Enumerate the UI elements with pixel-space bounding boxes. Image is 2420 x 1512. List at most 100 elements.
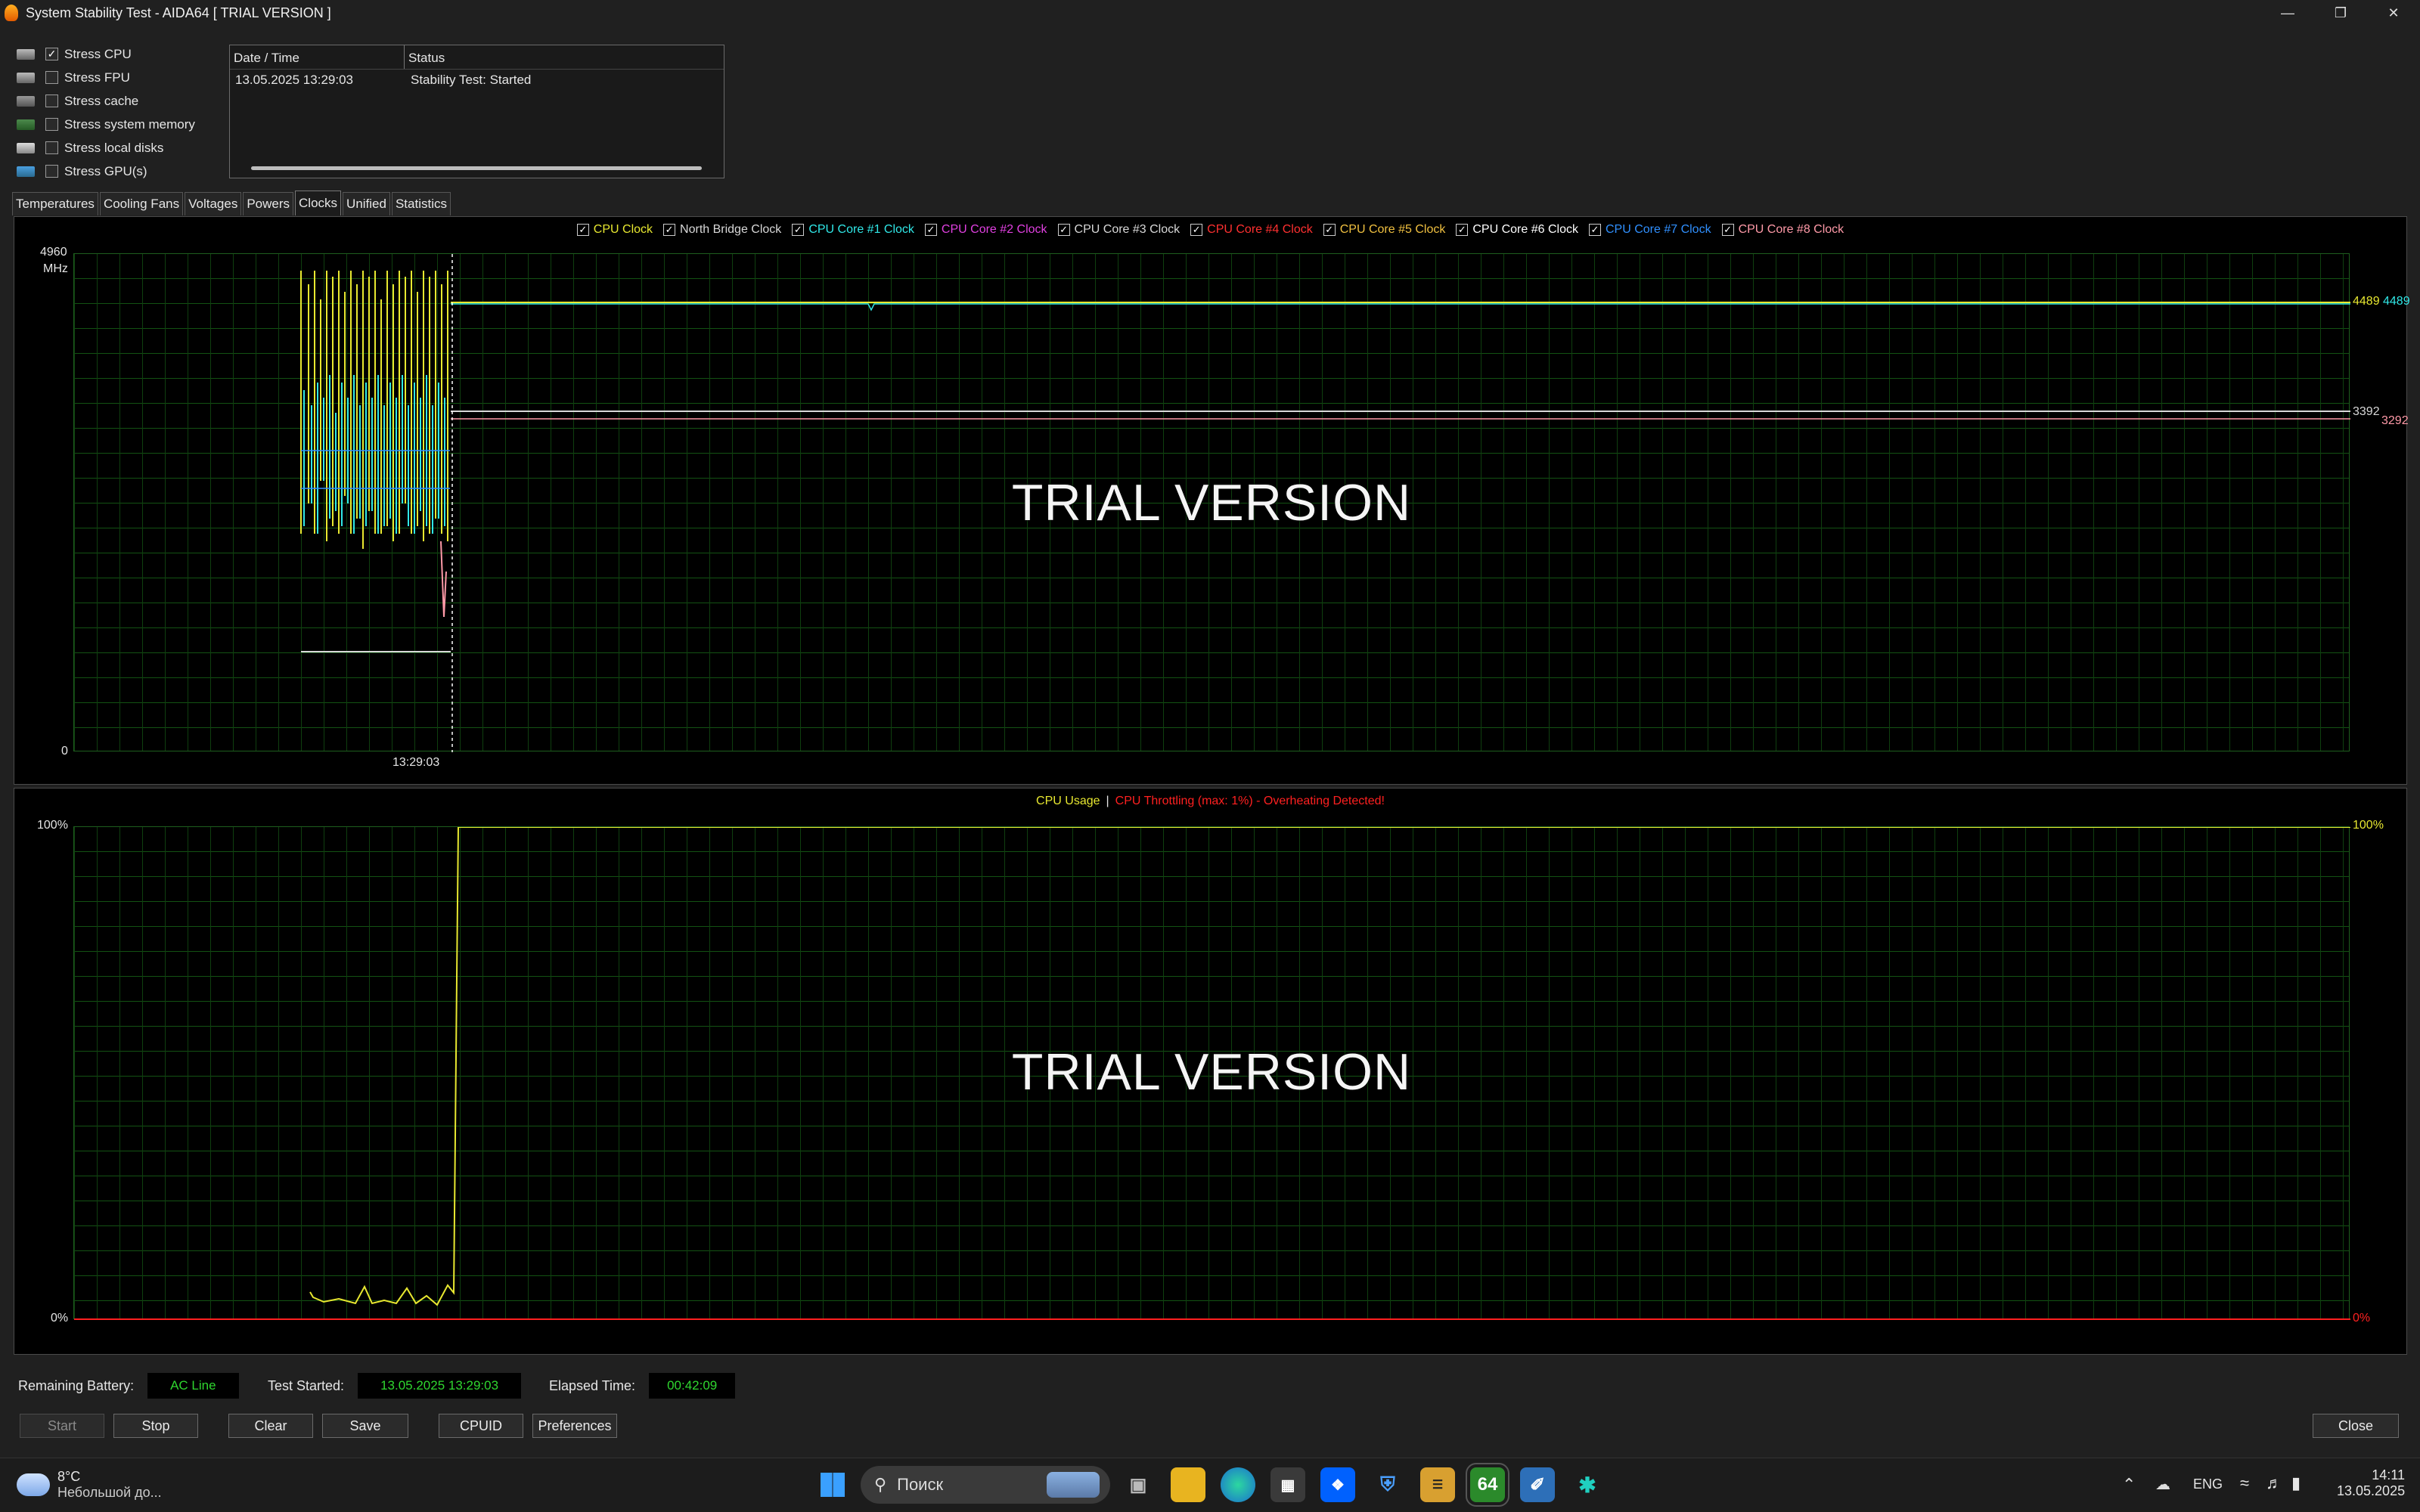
legend-item-core7-clock[interactable]: ✓ CPU Core #7 Clock xyxy=(1588,223,1711,237)
tab-powers[interactable]: Powers xyxy=(243,192,294,215)
legend-item-core3-clock[interactable]: ✓ CPU Core #3 Clock xyxy=(1057,223,1180,237)
stress-option-fpu[interactable]: Stress FPU xyxy=(17,66,195,89)
minimize-button[interactable]: — xyxy=(2261,0,2314,26)
stress-option-cache[interactable]: Stress cache xyxy=(17,89,195,113)
usage-y-min-label: 0% xyxy=(51,1312,69,1325)
taskbar-date: 13.05.2025 xyxy=(2337,1483,2406,1498)
tab-cooling-fans[interactable]: Cooling Fans xyxy=(99,192,184,215)
cloud-sync-icon[interactable]: ☁ xyxy=(2155,1475,2170,1494)
usage-graph-panel: CPU Usage | CPU Throttling (max: 1%) - O… xyxy=(14,788,2407,1355)
minimize-icon: — xyxy=(2281,5,2294,20)
legend-checkbox[interactable]: ✓ xyxy=(576,224,589,236)
chevron-up-icon[interactable]: ⌃ xyxy=(2122,1475,2136,1495)
tab-voltages[interactable]: Voltages xyxy=(185,192,242,215)
start-button[interactable]: Start xyxy=(20,1414,104,1438)
tab-statistics[interactable]: Statistics xyxy=(391,192,451,215)
clear-button[interactable]: Clear xyxy=(228,1414,313,1438)
horizontal-scrollbar[interactable] xyxy=(251,166,702,170)
predator-sense-icon[interactable]: ✱ xyxy=(1570,1467,1605,1502)
stress-option-gpu[interactable]: Stress GPU(s) xyxy=(17,160,195,183)
clock-plot-area: TRIAL VERSION xyxy=(73,253,2350,752)
stress-memory-checkbox[interactable] xyxy=(45,118,58,131)
edge-browser-icon[interactable] xyxy=(1221,1467,1255,1502)
legend-item-core8-clock[interactable]: ✓ CPU Core #8 Clock xyxy=(1721,223,1844,237)
legend-checkbox[interactable]: ✓ xyxy=(1323,224,1336,236)
clock-graph-panel: ✓ CPU Clock ✓ North Bridge Clock ✓ CPU Core… xyxy=(14,216,2410,785)
close-button[interactable]: Close xyxy=(2313,1414,2399,1438)
clock-widget[interactable]: 14:11 13.05.2025 xyxy=(2337,1467,2405,1499)
usage-right-max: 100% xyxy=(2353,819,2384,832)
legend-checkbox[interactable]: ✓ xyxy=(924,224,937,236)
legend-checkbox[interactable]: ✓ xyxy=(1456,224,1469,236)
cpu-throttling-title: CPU Throttling (max: 1%) - Overheating D… xyxy=(1115,795,1385,807)
legend-checkbox[interactable]: ✓ xyxy=(1057,224,1070,236)
test-started-label: Test Started: xyxy=(268,1377,345,1393)
legend-checkbox[interactable]: ✓ xyxy=(663,224,676,236)
legend-checkbox[interactable]: ✓ xyxy=(792,224,805,236)
legend-item-north-bridge-clock[interactable]: ✓ North Bridge Clock xyxy=(663,223,781,237)
legend-label: CPU Core #5 Clock xyxy=(1339,223,1446,236)
stress-option-label: Stress FPU xyxy=(64,70,130,85)
start-button-taskbar[interactable] xyxy=(815,1467,850,1502)
stress-option-memory[interactable]: Stress system memory xyxy=(17,113,195,136)
wifi-icon[interactable]: ≈ xyxy=(2240,1473,2249,1493)
battery-value: AC Line xyxy=(147,1373,239,1399)
elapsed-time-value: 00:42:09 xyxy=(649,1373,736,1399)
title-bar: System Stability Test - AIDA64 [ TRIAL V… xyxy=(0,0,2420,26)
tab-unified[interactable]: Unified xyxy=(343,192,390,215)
task-view-icon[interactable]: ▣ xyxy=(1121,1467,1156,1502)
battery-icon[interactable]: ▮ xyxy=(2291,1473,2301,1493)
stress-option-cpu[interactable]: ✓ Stress CPU xyxy=(17,42,195,66)
log-header-datetime[interactable]: Date / Time xyxy=(230,45,405,69)
stress-cpu-checkbox[interactable]: ✓ xyxy=(45,48,58,60)
gpu-icon xyxy=(17,166,35,177)
language-indicator[interactable]: ENG xyxy=(2193,1476,2223,1492)
weather-widget[interactable]: 8°C Небольшой до... xyxy=(17,1469,162,1501)
cache-icon xyxy=(17,95,35,107)
legend-checkbox[interactable]: ✓ xyxy=(1190,224,1203,236)
memory-icon xyxy=(17,119,35,130)
preferences-button[interactable]: Preferences xyxy=(532,1414,617,1438)
taskbar-time: 14:11 xyxy=(2372,1467,2405,1483)
legend-item-cpu-clock[interactable]: ✓ CPU Clock xyxy=(576,223,653,237)
legend-item-core6-clock[interactable]: ✓ CPU Core #6 Clock xyxy=(1456,223,1578,237)
elapsed-time-label: Elapsed Time: xyxy=(549,1377,636,1393)
tab-temperatures[interactable]: Temperatures xyxy=(12,192,98,215)
clock-legend: ✓ CPU Clock ✓ North Bridge Clock ✓ CPU Core… xyxy=(14,223,2406,237)
log-cell-datetime: 13.05.2025 13:29:03 xyxy=(235,73,353,87)
notes-app-icon[interactable]: ☰ xyxy=(1420,1467,1455,1502)
legend-item-core1-clock[interactable]: ✓ CPU Core #1 Clock xyxy=(792,223,914,237)
legend-label: CPU Core #6 Clock xyxy=(1472,223,1578,236)
legend-checkbox[interactable]: ✓ xyxy=(1721,224,1734,236)
stress-gpu-checkbox[interactable] xyxy=(45,165,58,178)
legend-item-core5-clock[interactable]: ✓ CPU Core #5 Clock xyxy=(1323,223,1446,237)
security-shield-icon[interactable]: ⛨ xyxy=(1370,1467,1405,1502)
file-explorer-icon[interactable] xyxy=(1171,1467,1205,1502)
trial-watermark: TRIAL VERSION xyxy=(1011,474,1412,531)
stress-fpu-checkbox[interactable] xyxy=(45,71,58,84)
stress-option-label: Stress system memory xyxy=(64,116,195,132)
tab-clocks[interactable]: Clocks xyxy=(295,191,342,215)
microsoft-store-icon[interactable]: ▦ xyxy=(1270,1467,1305,1502)
stress-option-disks[interactable]: Stress local disks xyxy=(17,136,195,160)
stress-disks-checkbox[interactable] xyxy=(45,141,58,154)
paint-app-icon[interactable]: ✐ xyxy=(1520,1467,1555,1502)
log-header-status[interactable]: Status xyxy=(405,45,722,69)
cpuid-button[interactable]: CPUID xyxy=(439,1414,523,1438)
close-window-button[interactable]: ✕ xyxy=(2367,0,2420,26)
legend-item-core4-clock[interactable]: ✓ CPU Core #4 Clock xyxy=(1190,223,1313,237)
legend-label: North Bridge Clock xyxy=(680,223,782,236)
speaker-icon[interactable]: ♬ xyxy=(2266,1473,2282,1493)
restore-button[interactable]: ❐ xyxy=(2314,0,2367,26)
aida64-taskbar-icon[interactable]: 64 xyxy=(1466,1463,1509,1507)
stop-button[interactable]: Stop xyxy=(113,1414,198,1438)
legend-label: CPU Core #7 Clock xyxy=(1605,223,1711,236)
legend-item-core2-clock[interactable]: ✓ CPU Core #2 Clock xyxy=(924,223,1047,237)
legend-checkbox[interactable]: ✓ xyxy=(1588,224,1601,236)
usage-right-min: 0% xyxy=(2353,1312,2371,1325)
save-button[interactable]: Save xyxy=(322,1414,408,1438)
log-cell-status: Stability Test: Started xyxy=(411,73,532,87)
taskbar-search[interactable]: ⚲ Поиск xyxy=(861,1466,1110,1504)
dropbox-icon[interactable]: ❖ xyxy=(1320,1467,1355,1502)
stress-cache-checkbox[interactable] xyxy=(45,94,58,107)
